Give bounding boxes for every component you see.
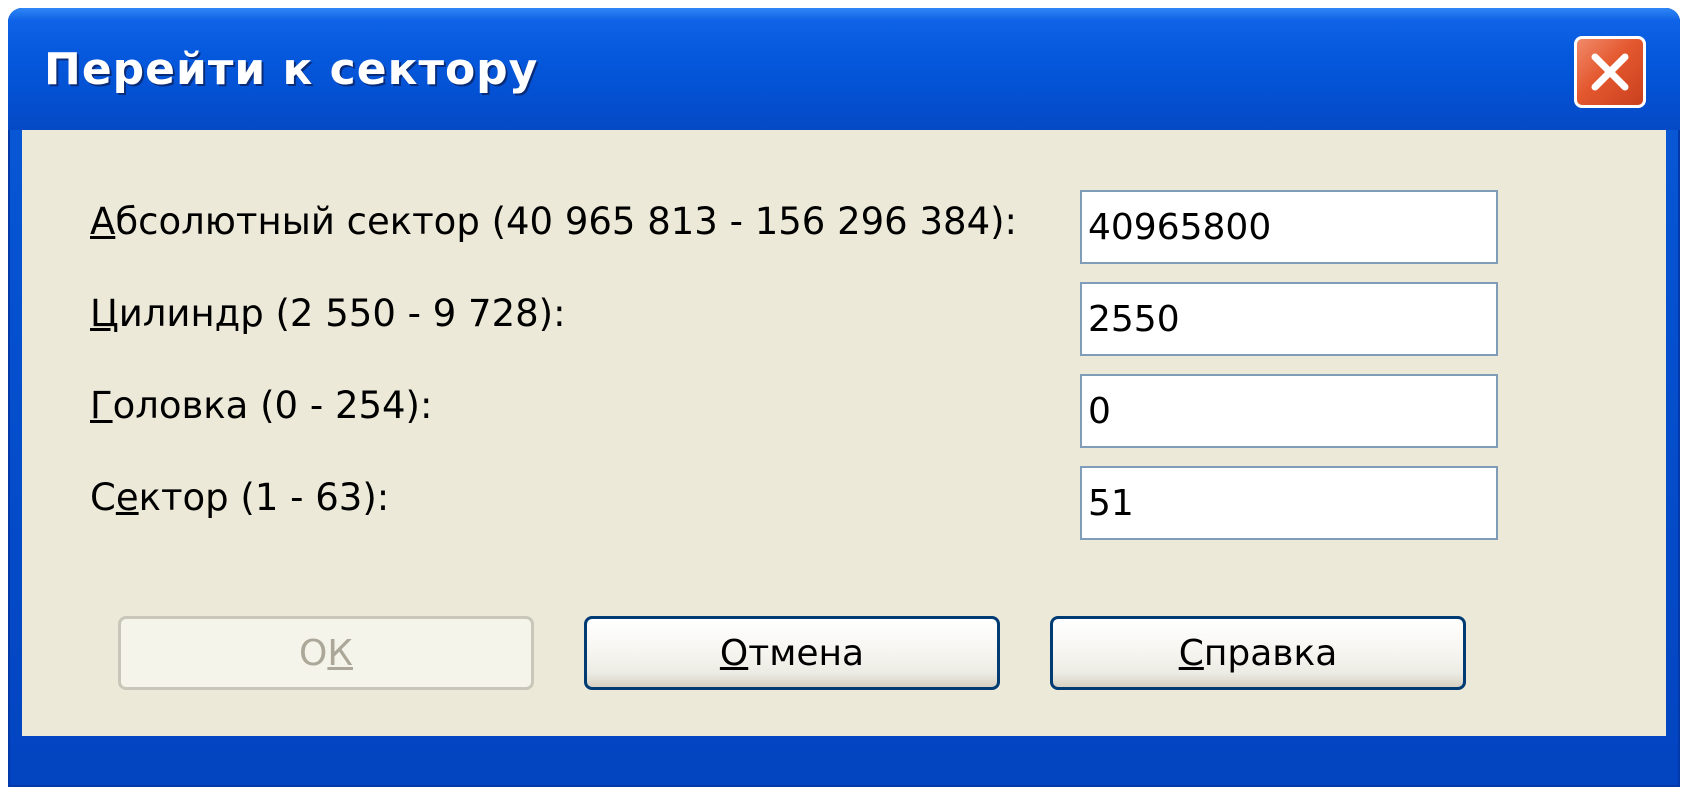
cylinder-label: Цилиндр (2 550 - 9 728): — [90, 292, 566, 335]
absolute-sector-label: Абсолютный сектор (40 965 813 - 156 296 … — [90, 200, 1018, 243]
title-bar[interactable]: Перейти к сектору — [8, 8, 1680, 130]
help-button[interactable]: Справка — [1050, 616, 1466, 690]
cylinder-input[interactable] — [1080, 282, 1498, 356]
ok-button[interactable]: ОК — [118, 616, 534, 690]
absolute-sector-input[interactable] — [1080, 190, 1498, 264]
sector-label: Сектор (1 - 63): — [90, 476, 390, 519]
access-key: е — [115, 476, 139, 519]
head-label: Головка (0 - 254): — [90, 384, 433, 427]
access-key: Ц — [90, 292, 119, 335]
close-button[interactable] — [1574, 36, 1646, 108]
head-input[interactable] — [1080, 374, 1498, 448]
access-key: А — [90, 200, 116, 243]
cancel-button[interactable]: Отмена — [584, 616, 1000, 690]
dialog-title: Перейти к сектору — [44, 44, 539, 95]
sector-input[interactable] — [1080, 466, 1498, 540]
dialog-body: Абсолютный сектор (40 965 813 - 156 296 … — [22, 130, 1666, 736]
close-icon — [1591, 53, 1629, 91]
dialog-window: Перейти к сектору Абсолютный сектор (40 … — [8, 8, 1680, 787]
access-key: Г — [90, 384, 113, 427]
